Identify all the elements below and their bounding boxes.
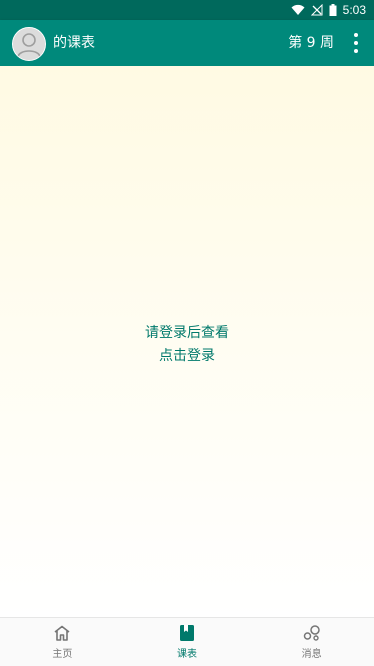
nav-label-schedule: 课表 <box>177 648 197 660</box>
user-avatar-icon <box>13 28 45 60</box>
more-options-icon[interactable] <box>352 33 360 53</box>
bottom-navigation: 主页 课表 消息 <box>0 617 374 666</box>
no-signal-icon <box>310 4 323 16</box>
nav-label-messages: 消息 <box>301 648 322 660</box>
status-bar: 5:03 <box>0 0 374 20</box>
nav-item-messages[interactable]: 消息 <box>249 618 374 666</box>
nav-label-home: 主页 <box>52 648 73 660</box>
login-link[interactable]: 点击登录 <box>0 345 374 365</box>
app-bar: 的课表 第 9 周 <box>0 20 374 66</box>
page-title: 的课表 <box>53 35 95 51</box>
week-selector[interactable]: 第 9 周 <box>288 20 334 66</box>
book-icon <box>180 624 194 641</box>
nav-item-home[interactable]: 主页 <box>0 618 125 666</box>
status-icons: 5:03 <box>291 0 366 20</box>
login-prompt-text: 请登录后查看 <box>145 325 229 341</box>
bubbles-icon <box>303 624 320 641</box>
wifi-icon <box>291 4 305 15</box>
nav-item-schedule[interactable]: 课表 <box>125 618 250 666</box>
battery-icon <box>329 4 337 16</box>
schedule-content: 请登录后查看 点击登录 <box>0 66 374 617</box>
status-time: 5:03 <box>342 3 366 17</box>
home-icon <box>54 625 70 641</box>
avatar[interactable] <box>12 27 46 61</box>
